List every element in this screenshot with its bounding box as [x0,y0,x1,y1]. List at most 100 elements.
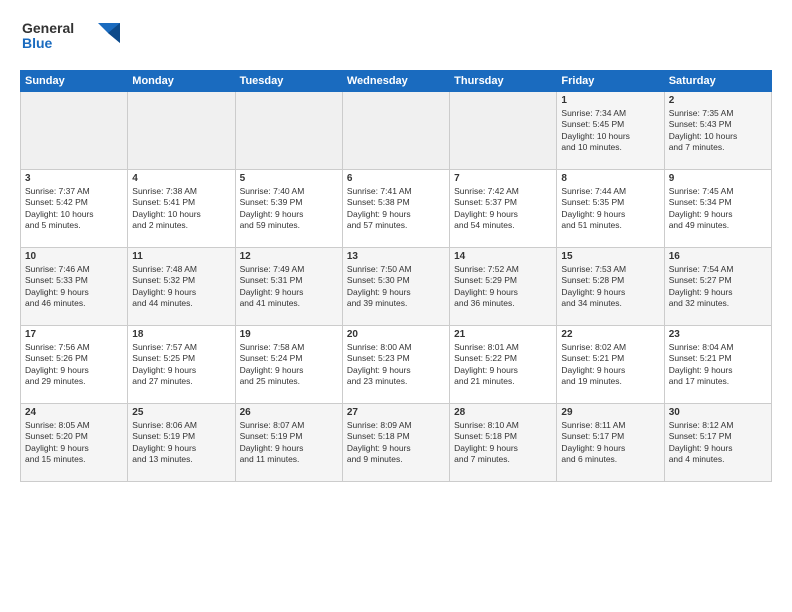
day-number: 24 [25,407,123,418]
weekday-header-tuesday: Tuesday [235,71,342,92]
day-info: Sunrise: 7:40 AM Sunset: 5:39 PM Dayligh… [240,186,338,232]
calendar-cell [450,92,557,170]
day-number: 19 [240,329,338,340]
day-number: 6 [347,173,445,184]
day-number: 8 [561,173,659,184]
calendar-cell: 14 Sunrise: 7:52 AM Sunset: 5:29 PM Dayli… [450,248,557,326]
day-number: 4 [132,173,230,184]
day-number: 21 [454,329,552,340]
calendar-cell: 26Sunrise: 8:07 AM Sunset: 5:19 PM Dayli… [235,404,342,482]
day-number: 12 [240,251,338,262]
day-info: Sunrise: 7:52 AM Sunset: 5:29 PM Dayligh… [454,264,552,310]
weekday-header-thursday: Thursday [450,71,557,92]
calendar-cell: 2 Sunrise: 7:35 AM Sunset: 5:43 PM Daylig… [664,92,771,170]
day-number: 13 [347,251,445,262]
day-number: 3 [25,173,123,184]
day-info: Sunrise: 8:12 AM Sunset: 5:17 PM Dayligh… [669,420,767,466]
day-info: Sunrise: 7:44 AM Sunset: 5:35 PM Dayligh… [561,186,659,232]
day-info: Sunrise: 8:07 AM Sunset: 5:19 PM Dayligh… [240,420,338,466]
calendar-cell: 7Sunrise: 7:42 AM Sunset: 5:37 PM Daylig… [450,170,557,248]
calendar-cell [128,92,235,170]
calendar-cell [342,92,449,170]
calendar-cell: 12 Sunrise: 7:49 AM Sunset: 5:31 PM Dayli… [235,248,342,326]
day-number: 29 [561,407,659,418]
day-number: 20 [347,329,445,340]
calendar-cell: 24 Sunrise: 8:05 AM Sunset: 5:20 PM Dayli… [21,404,128,482]
weekday-header-saturday: Saturday [664,71,771,92]
calendar-cell: 27Sunrise: 8:09 AM Sunset: 5:18 PM Dayli… [342,404,449,482]
day-number: 14 [454,251,552,262]
day-info: Sunrise: 8:00 AM Sunset: 5:23 PM Dayligh… [347,342,445,388]
day-number: 2 [669,95,767,106]
day-info: Sunrise: 7:49 AM Sunset: 5:31 PM Dayligh… [240,264,338,310]
day-number: 22 [561,329,659,340]
calendar-cell: 11Sunrise: 7:48 AM Sunset: 5:32 PM Dayli… [128,248,235,326]
day-info: Sunrise: 7:50 AM Sunset: 5:30 PM Dayligh… [347,264,445,310]
day-info: Sunrise: 7:57 AM Sunset: 5:25 PM Dayligh… [132,342,230,388]
calendar-cell [21,92,128,170]
calendar-cell: 17 Sunrise: 7:56 AM Sunset: 5:26 PM Dayli… [21,326,128,404]
svg-text:General: General [22,20,74,36]
calendar-cell: 20 Sunrise: 8:00 AM Sunset: 5:23 PM Dayli… [342,326,449,404]
calendar-cell: 16 Sunrise: 7:54 AM Sunset: 5:27 PM Dayli… [664,248,771,326]
day-number: 9 [669,173,767,184]
calendar-cell: 30 Sunrise: 8:12 AM Sunset: 5:17 PM Dayli… [664,404,771,482]
calendar-cell: 28 Sunrise: 8:10 AM Sunset: 5:18 PM Dayli… [450,404,557,482]
day-number: 7 [454,173,552,184]
day-info: Sunrise: 8:04 AM Sunset: 5:21 PM Dayligh… [669,342,767,388]
calendar-table: SundayMondayTuesdayWednesdayThursdayFrid… [20,70,772,482]
calendar-cell: 15Sunrise: 7:53 AM Sunset: 5:28 PM Dayli… [557,248,664,326]
day-number: 30 [669,407,767,418]
calendar-week-4: 17 Sunrise: 7:56 AM Sunset: 5:26 PM Dayli… [21,326,772,404]
page-container: General Blue SundayMondayTuesdayWednesda… [0,0,792,492]
calendar-cell: 29 Sunrise: 8:11 AM Sunset: 5:17 PM Dayli… [557,404,664,482]
calendar-cell: 18 Sunrise: 7:57 AM Sunset: 5:25 PM Dayli… [128,326,235,404]
calendar-cell: 21 Sunrise: 8:01 AM Sunset: 5:22 PM Dayli… [450,326,557,404]
weekday-header-friday: Friday [557,71,664,92]
day-info: Sunrise: 7:58 AM Sunset: 5:24 PM Dayligh… [240,342,338,388]
day-info: Sunrise: 7:37 AM Sunset: 5:42 PM Dayligh… [25,186,123,232]
day-number: 1 [561,95,659,106]
calendar-cell: 10Sunrise: 7:46 AM Sunset: 5:33 PM Dayli… [21,248,128,326]
day-info: Sunrise: 7:34 AM Sunset: 5:45 PM Dayligh… [561,108,659,154]
calendar-cell: 23 Sunrise: 8:04 AM Sunset: 5:21 PM Dayli… [664,326,771,404]
calendar-cell: 13 Sunrise: 7:50 AM Sunset: 5:30 PM Dayli… [342,248,449,326]
weekday-header-monday: Monday [128,71,235,92]
day-info: Sunrise: 8:01 AM Sunset: 5:22 PM Dayligh… [454,342,552,388]
calendar-week-2: 3 Sunrise: 7:37 AM Sunset: 5:42 PM Daylig… [21,170,772,248]
calendar-cell: 25 Sunrise: 8:06 AM Sunset: 5:19 PM Dayli… [128,404,235,482]
weekday-header-sunday: Sunday [21,71,128,92]
day-info: Sunrise: 8:02 AM Sunset: 5:21 PM Dayligh… [561,342,659,388]
day-number: 17 [25,329,123,340]
day-info: Sunrise: 7:41 AM Sunset: 5:38 PM Dayligh… [347,186,445,232]
calendar-cell [235,92,342,170]
day-info: Sunrise: 7:38 AM Sunset: 5:41 PM Dayligh… [132,186,230,232]
day-number: 25 [132,407,230,418]
day-info: Sunrise: 8:09 AM Sunset: 5:18 PM Dayligh… [347,420,445,466]
calendar-cell: 19 Sunrise: 7:58 AM Sunset: 5:24 PM Dayli… [235,326,342,404]
day-info: Sunrise: 7:35 AM Sunset: 5:43 PM Dayligh… [669,108,767,154]
day-info: Sunrise: 8:06 AM Sunset: 5:19 PM Dayligh… [132,420,230,466]
day-info: Sunrise: 7:45 AM Sunset: 5:34 PM Dayligh… [669,186,767,232]
day-info: Sunrise: 8:10 AM Sunset: 5:18 PM Dayligh… [454,420,552,466]
day-number: 10 [25,251,123,262]
header: General Blue [20,15,772,60]
day-info: Sunrise: 7:54 AM Sunset: 5:27 PM Dayligh… [669,264,767,310]
calendar-cell: 6 Sunrise: 7:41 AM Sunset: 5:38 PM Daylig… [342,170,449,248]
day-number: 16 [669,251,767,262]
day-info: Sunrise: 8:11 AM Sunset: 5:17 PM Dayligh… [561,420,659,466]
calendar-cell: 1 Sunrise: 7:34 AM Sunset: 5:45 PM Daylig… [557,92,664,170]
calendar-cell: 22 Sunrise: 8:02 AM Sunset: 5:21 PM Dayli… [557,326,664,404]
day-number: 18 [132,329,230,340]
day-number: 15 [561,251,659,262]
calendar-cell: 5Sunrise: 7:40 AM Sunset: 5:39 PM Daylig… [235,170,342,248]
day-info: Sunrise: 7:56 AM Sunset: 5:26 PM Dayligh… [25,342,123,388]
svg-text:Blue: Blue [22,35,53,51]
calendar-week-1: 1 Sunrise: 7:34 AM Sunset: 5:45 PM Daylig… [21,92,772,170]
day-number: 28 [454,407,552,418]
calendar-cell: 8 Sunrise: 7:44 AM Sunset: 5:35 PM Daylig… [557,170,664,248]
day-info: Sunrise: 8:05 AM Sunset: 5:20 PM Dayligh… [25,420,123,466]
day-number: 23 [669,329,767,340]
logo: General Blue [20,15,130,60]
calendar-cell: 3 Sunrise: 7:37 AM Sunset: 5:42 PM Daylig… [21,170,128,248]
